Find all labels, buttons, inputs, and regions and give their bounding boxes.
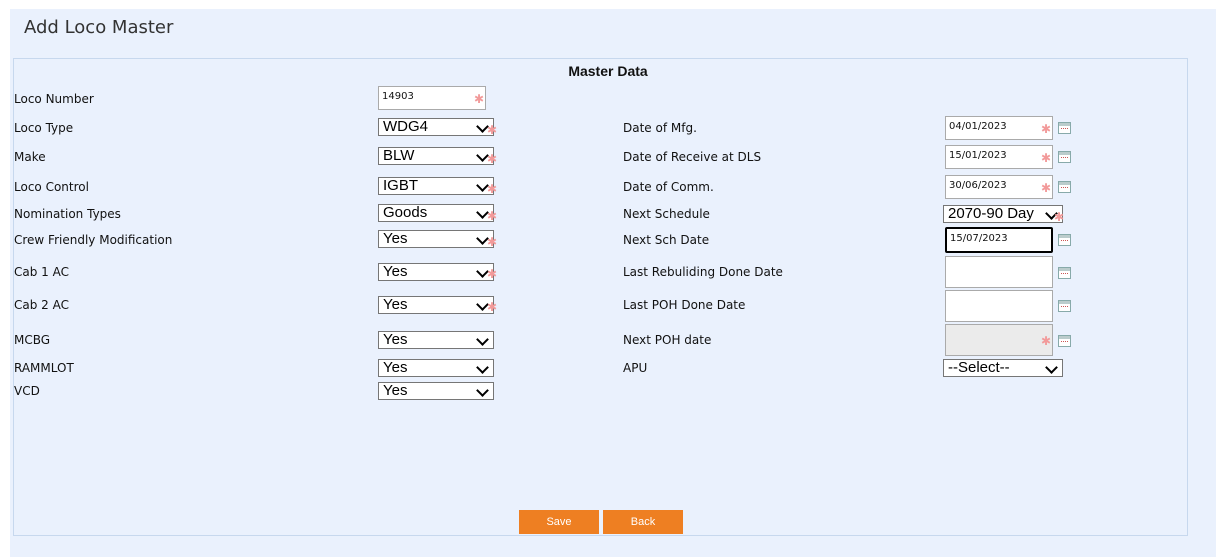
loco-type-label: Loco Type bbox=[14, 121, 74, 135]
make-label: Make bbox=[14, 150, 46, 164]
make-select[interactable]: BLW bbox=[378, 147, 494, 165]
calendar-icon[interactable] bbox=[1058, 122, 1071, 134]
apu-value: --Select-- bbox=[948, 359, 1010, 376]
loco-number-input[interactable]: 14903 bbox=[378, 86, 486, 110]
chevron-down-icon bbox=[476, 333, 489, 346]
crew-friendly-select[interactable]: Yes bbox=[378, 230, 494, 248]
calendar-icon[interactable] bbox=[1058, 335, 1071, 347]
next-schedule-select[interactable]: 2070-90 Day bbox=[943, 205, 1063, 223]
loco-type-value: WDG4 bbox=[383, 118, 428, 135]
page-title: Add Loco Master bbox=[24, 17, 174, 38]
rammlot-select[interactable]: Yes bbox=[378, 359, 494, 377]
make-value: BLW bbox=[383, 147, 415, 164]
rammlot-label: RAMMLOT bbox=[14, 361, 74, 375]
mcbg-value: Yes bbox=[383, 331, 408, 348]
mcbg-select[interactable]: Yes bbox=[378, 331, 494, 349]
required-asterisk-icon: ✱ bbox=[487, 123, 498, 137]
nomination-types-label: Nomination Types bbox=[14, 207, 121, 221]
required-asterisk-icon: ✱ bbox=[474, 92, 485, 106]
date-of-mfg-input[interactable]: 04/01/2023 bbox=[945, 116, 1053, 140]
required-asterisk-icon: ✱ bbox=[487, 267, 498, 281]
calendar-icon[interactable] bbox=[1058, 267, 1071, 279]
cab2-ac-value: Yes bbox=[383, 296, 408, 313]
calendar-icon[interactable] bbox=[1058, 234, 1071, 246]
apu-label: APU bbox=[623, 361, 648, 375]
next-schedule-label: Next Schedule bbox=[623, 207, 710, 221]
cab2-ac-label: Cab 2 AC bbox=[14, 298, 69, 312]
required-asterisk-icon: ✱ bbox=[1041, 151, 1052, 165]
cab1-ac-label: Cab 1 AC bbox=[14, 265, 69, 279]
chevron-down-icon bbox=[1045, 361, 1058, 374]
calendar-icon[interactable] bbox=[1058, 151, 1071, 163]
required-asterisk-icon: ✱ bbox=[487, 300, 498, 314]
chevron-down-icon bbox=[476, 361, 489, 374]
crew-friendly-value: Yes bbox=[383, 230, 408, 247]
loco-control-select[interactable]: IGBT bbox=[378, 177, 494, 195]
required-asterisk-icon: ✱ bbox=[1041, 334, 1052, 348]
crew-friendly-label: Crew Friendly Modification bbox=[14, 233, 173, 247]
next-schedule-value: 2070-90 Day bbox=[948, 205, 1034, 222]
date-of-receive-label: Date of Receive at DLS bbox=[623, 150, 762, 164]
nomination-types-select[interactable]: Goods bbox=[378, 204, 494, 222]
last-poh-input[interactable] bbox=[945, 290, 1053, 322]
calendar-icon[interactable] bbox=[1058, 300, 1071, 312]
required-asterisk-icon: ✱ bbox=[487, 235, 498, 249]
date-of-comm-input[interactable]: 30/06/2023 bbox=[945, 175, 1053, 199]
loco-type-select[interactable]: WDG4 bbox=[378, 118, 494, 136]
last-poh-label: Last POH Done Date bbox=[623, 298, 746, 312]
required-asterisk-icon: ✱ bbox=[487, 152, 498, 166]
apu-select[interactable]: --Select-- bbox=[943, 359, 1063, 377]
back-button[interactable]: Back bbox=[603, 510, 683, 534]
cab2-ac-select[interactable]: Yes bbox=[378, 296, 494, 314]
date-of-comm-label: Date of Comm. bbox=[623, 180, 714, 194]
vcd-select[interactable]: Yes bbox=[378, 382, 494, 400]
next-poh-label: Next POH date bbox=[623, 333, 712, 347]
last-rebuilding-label: Last Rebuliding Done Date bbox=[623, 265, 783, 279]
date-of-mfg-label: Date of Mfg. bbox=[623, 121, 697, 135]
loco-number-label: Loco Number bbox=[14, 92, 94, 106]
required-asterisk-icon: ✱ bbox=[487, 182, 498, 196]
next-sch-date-label: Next Sch Date bbox=[623, 233, 710, 247]
cab1-ac-select[interactable]: Yes bbox=[378, 263, 494, 281]
required-asterisk-icon: ✱ bbox=[1041, 122, 1052, 136]
required-asterisk-icon: ✱ bbox=[487, 209, 498, 223]
required-asterisk-icon: ✱ bbox=[1054, 210, 1065, 224]
save-button[interactable]: Save bbox=[519, 510, 599, 534]
required-asterisk-icon: ✱ bbox=[1041, 181, 1052, 195]
calendar-icon[interactable] bbox=[1058, 181, 1071, 193]
last-rebuilding-input[interactable] bbox=[945, 256, 1053, 288]
next-sch-date-input[interactable]: 15/07/2023 bbox=[945, 227, 1053, 253]
vcd-value: Yes bbox=[383, 382, 408, 399]
nomination-types-value: Goods bbox=[383, 204, 428, 221]
mcbg-label: MCBG bbox=[14, 333, 51, 347]
panel-title: Master Data bbox=[568, 63, 648, 79]
loco-control-label: Loco Control bbox=[14, 180, 89, 194]
cab1-ac-value: Yes bbox=[383, 263, 408, 280]
chevron-down-icon bbox=[476, 384, 489, 397]
vcd-label: VCD bbox=[14, 384, 40, 398]
rammlot-value: Yes bbox=[383, 359, 408, 376]
next-poh-input[interactable] bbox=[945, 324, 1053, 356]
loco-control-value: IGBT bbox=[383, 177, 419, 194]
date-of-receive-input[interactable]: 15/01/2023 bbox=[945, 145, 1053, 169]
